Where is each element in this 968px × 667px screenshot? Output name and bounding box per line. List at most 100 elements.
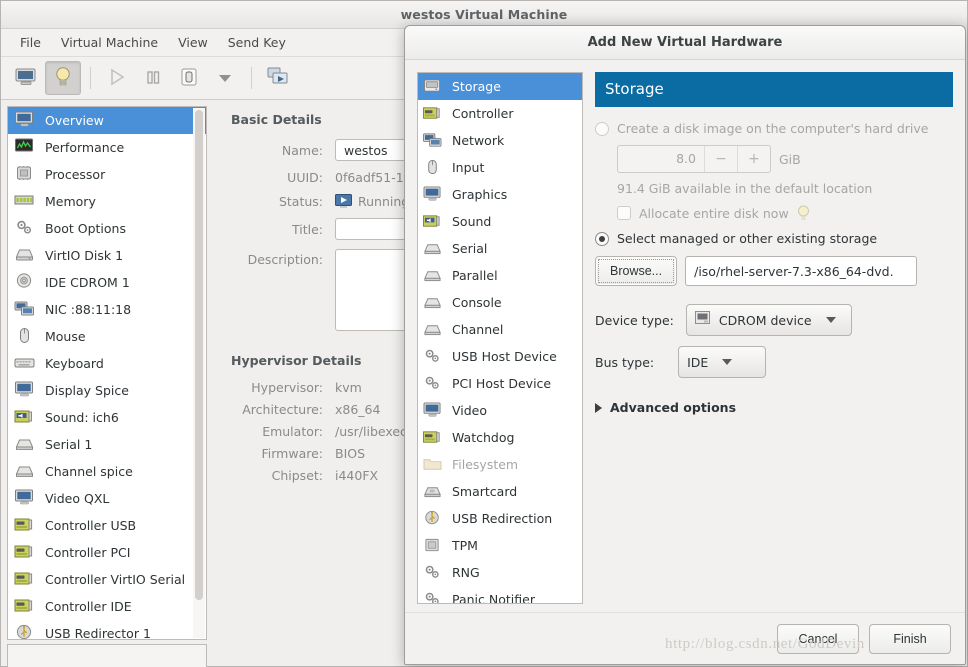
device-item-pci-host-device[interactable]: PCI Host Device — [418, 370, 582, 397]
device-type-row: Device type: CDROM device — [595, 304, 953, 336]
device-item-sound[interactable]: Sound — [418, 208, 582, 235]
menu-view[interactable]: View — [169, 32, 217, 53]
disk-icon — [14, 246, 36, 266]
menu-virtual-machine[interactable]: Virtual Machine — [52, 32, 167, 53]
hypervisor-row-value: /usr/libexec — [335, 424, 407, 439]
disk-size-increment[interactable]: + — [737, 146, 770, 172]
device-item-label: Panic Notifier — [452, 592, 535, 604]
sidebar-item-video-qxl[interactable]: Video QXL — [8, 485, 206, 512]
menu-file[interactable]: File — [11, 32, 50, 53]
hardware-sidebar-scrollbar[interactable] — [193, 108, 205, 638]
cancel-button[interactable]: Cancel — [777, 623, 859, 654]
browse-button[interactable]: Browse... — [595, 256, 678, 286]
serial-icon — [423, 267, 443, 285]
sidebar-item-label: Controller VirtIO Serial — [45, 572, 186, 587]
monitor-icon — [423, 185, 443, 204]
card-icon — [423, 429, 443, 447]
device-item-serial[interactable]: Serial — [418, 235, 582, 262]
serial-icon — [423, 294, 443, 312]
device-item-tpm[interactable]: TPM — [418, 532, 582, 559]
sidebar-item-memory[interactable]: Memory — [8, 188, 206, 215]
device-item-network[interactable]: Network — [418, 127, 582, 154]
device-item-storage[interactable]: Storage — [418, 73, 582, 100]
sidebar-item-label: Serial 1 — [45, 437, 93, 452]
hypervisor-row-label: Firmware: — [261, 446, 324, 461]
device-item-video[interactable]: Video — [418, 397, 582, 424]
sidebar-item-processor[interactable]: Processor — [8, 161, 206, 188]
allocate-disk-checkbox[interactable] — [617, 206, 631, 220]
smartcard-icon — [423, 483, 443, 501]
disk-size-value[interactable]: 8.0 — [618, 146, 704, 172]
select-existing-radio[interactable] — [595, 231, 609, 246]
usb-icon — [423, 510, 443, 528]
device-item-parallel[interactable]: Parallel — [418, 262, 582, 289]
show-console-button[interactable] — [9, 62, 43, 94]
device-item-usb-host-device[interactable]: USB Host Device — [418, 343, 582, 370]
device-item-label: USB Redirection — [452, 511, 553, 526]
sidebar-item-keyboard[interactable]: Keyboard — [8, 350, 206, 377]
create-disk-radio[interactable] — [595, 121, 609, 136]
disk-size-decrement[interactable]: − — [704, 146, 737, 172]
device-item-panic-notifier[interactable]: Panic Notifier — [418, 586, 582, 604]
select-existing-option[interactable]: Select managed or other existing storage — [595, 231, 953, 246]
sidebar-item-virtio-disk-1[interactable]: VirtIO Disk 1 — [8, 242, 206, 269]
menu-send-key[interactable]: Send Key — [219, 32, 295, 53]
sidebar-item-boot-options[interactable]: Boot Options — [8, 215, 206, 242]
device-type-select[interactable]: CDROM device — [685, 304, 852, 336]
sidebar-item-serial-1[interactable]: Serial 1 — [8, 431, 206, 458]
chevron-down-icon — [825, 317, 836, 323]
sidebar-item-overview[interactable]: Overview — [8, 107, 206, 134]
monitor-icon — [14, 381, 36, 401]
disk-size-unit: GiB — [779, 151, 801, 167]
device-item-channel[interactable]: Channel — [418, 316, 582, 343]
sidebar-item-usb-redirector-1[interactable]: USB Redirector 1 — [8, 620, 206, 639]
finish-button[interactable]: Finish — [869, 623, 951, 654]
device-type-list[interactable]: Storage Controller Network Input Graphics Sou… — [417, 72, 583, 604]
sidebar-item-channel-spice[interactable]: Channel spice — [8, 458, 206, 485]
show-details-button[interactable] — [45, 61, 81, 95]
device-item-label: Parallel — [452, 268, 498, 283]
pause-button[interactable] — [136, 62, 170, 94]
scrollbar-thumb[interactable] — [195, 110, 203, 600]
create-disk-option[interactable]: Create a disk image on the computer's ha… — [595, 121, 953, 136]
memory-icon — [14, 192, 36, 212]
run-button[interactable] — [100, 62, 134, 94]
fullscreen-button[interactable] — [261, 62, 295, 94]
device-item-rng[interactable]: RNG — [418, 559, 582, 586]
sidebar-item-nic-88-11-18[interactable]: NIC :88:11:18 — [8, 296, 206, 323]
device-item-controller[interactable]: Controller — [418, 100, 582, 127]
sidebar-item-label: Boot Options — [45, 221, 126, 236]
device-item-label: Input — [452, 160, 485, 175]
disk-size-stepper[interactable]: 8.0 − + — [617, 145, 771, 173]
allocate-disk-option[interactable]: Allocate entire disk now — [617, 205, 953, 221]
device-item-input[interactable]: Input — [418, 154, 582, 181]
storage-path-input[interactable]: /iso/rhel-server-7.3-x86_64-dvd. — [685, 256, 918, 286]
device-item-watchdog[interactable]: Watchdog — [418, 424, 582, 451]
device-item-label: Channel — [452, 322, 504, 337]
sidebar-item-controller-pci[interactable]: Controller PCI — [8, 539, 206, 566]
device-item-graphics[interactable]: Graphics — [418, 181, 582, 208]
allocate-disk-label: Allocate entire disk now — [639, 205, 789, 221]
hardware-sidebar[interactable]: Overview Performance Processor Memory Boot O… — [7, 106, 207, 640]
sidebar-item-sound-ich6[interactable]: Sound: ich6 — [8, 404, 206, 431]
sidebar-item-controller-usb[interactable]: Controller USB — [8, 512, 206, 539]
device-item-console[interactable]: Console — [418, 289, 582, 316]
network-icon — [14, 300, 36, 320]
main-window-title: westos Virtual Machine — [400, 7, 568, 22]
chip-icon — [423, 537, 443, 555]
shutdown-menu-button[interactable] — [208, 62, 242, 94]
chevron-down-icon — [722, 359, 733, 365]
device-item-usb-redirection[interactable]: USB Redirection — [418, 505, 582, 532]
sidebar-item-performance[interactable]: Performance — [8, 134, 206, 161]
bus-type-select[interactable]: IDE — [678, 346, 767, 378]
advanced-options-toggle[interactable]: Advanced options — [595, 400, 953, 415]
shutdown-button[interactable] — [172, 62, 206, 94]
sidebar-item-controller-ide[interactable]: Controller IDE — [8, 593, 206, 620]
sidebar-item-display-spice[interactable]: Display Spice — [8, 377, 206, 404]
device-item-label: Video — [452, 403, 488, 418]
sidebar-item-controller-virtio-serial[interactable]: Controller VirtIO Serial — [8, 566, 206, 593]
hypervisor-row-value: i440FX — [335, 468, 379, 483]
sidebar-item-mouse[interactable]: Mouse — [8, 323, 206, 350]
sidebar-item-ide-cdrom-1[interactable]: IDE CDROM 1 — [8, 269, 206, 296]
device-item-smartcard[interactable]: Smartcard — [418, 478, 582, 505]
